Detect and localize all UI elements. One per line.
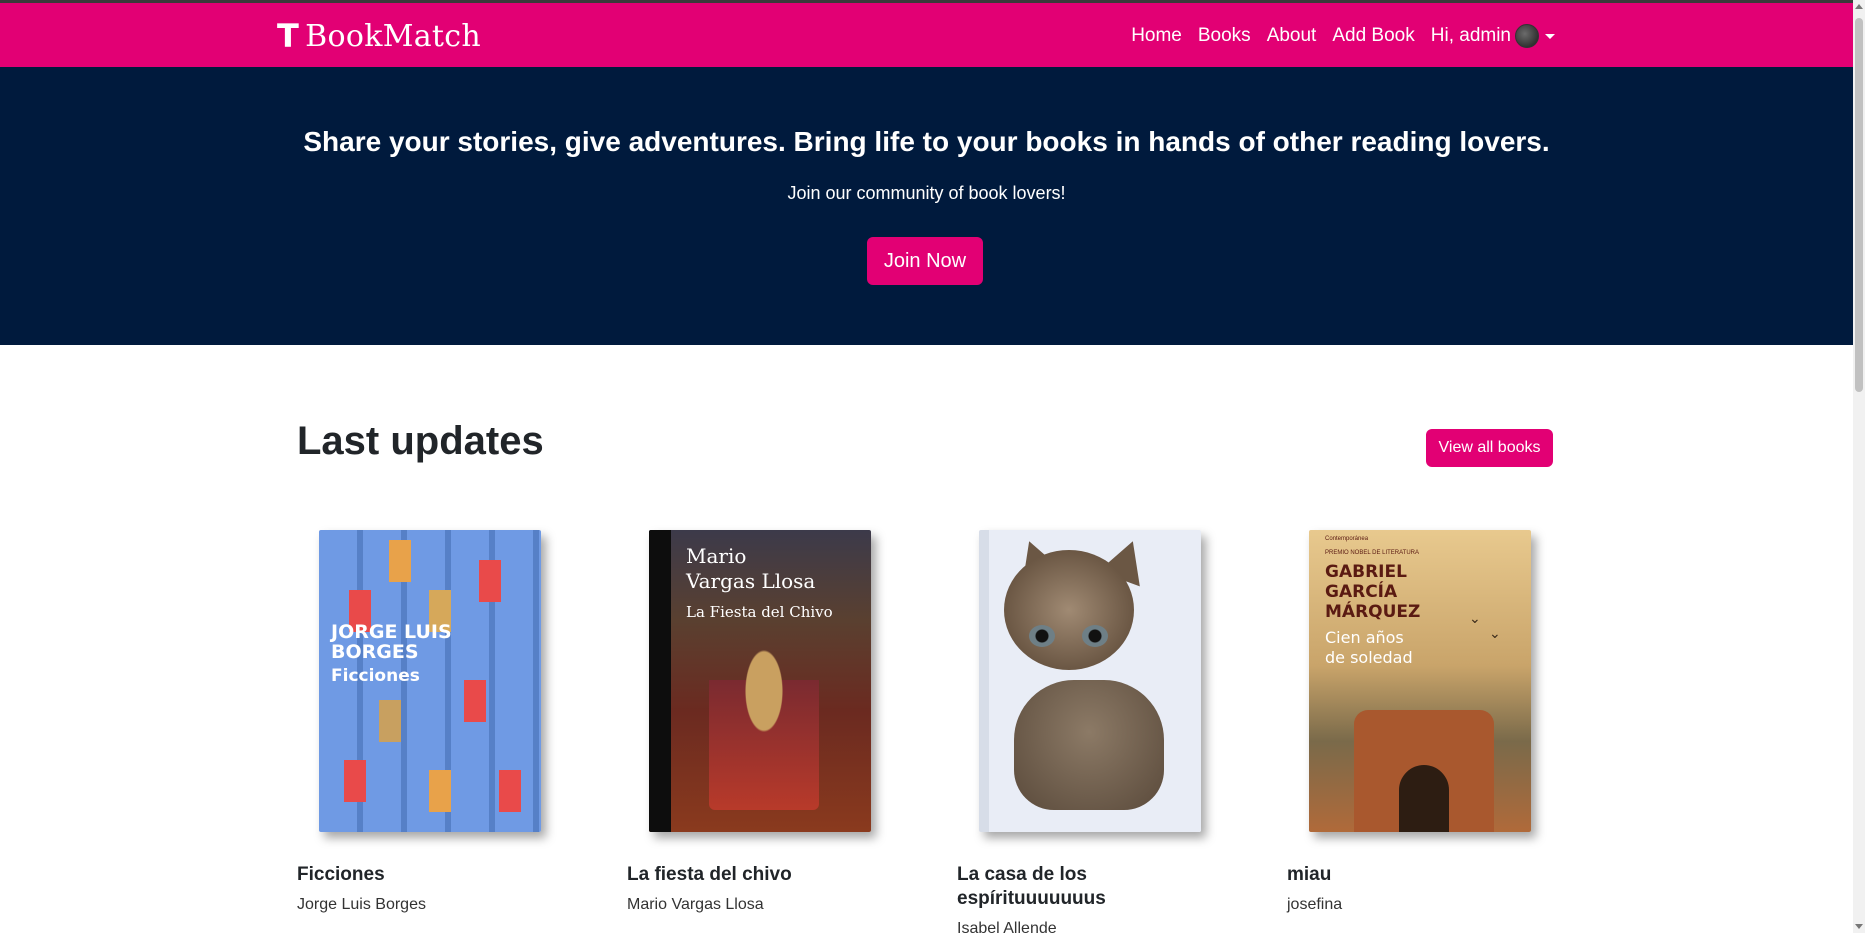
hero-subtitle: Join our community of book lovers! — [787, 183, 1066, 203]
cover-pattern — [389, 540, 411, 582]
scroll-up-icon[interactable] — [1855, 4, 1863, 9]
bird-icon: ⌄ — [1469, 610, 1481, 626]
book-cover-image[interactable]: Mario Vargas Llosa La Fiesta del Chivo — [649, 530, 871, 832]
cover-text: JORGE LUIS BORGES Ficciones — [331, 621, 452, 686]
nav-add-book[interactable]: Add Book — [1324, 25, 1422, 47]
view-all-books-button[interactable]: View all books — [1426, 429, 1553, 467]
book-title[interactable]: Ficciones — [297, 863, 527, 887]
kitten-icon — [1014, 680, 1164, 810]
scroll-thumb[interactable] — [1855, 18, 1863, 392]
brand-link[interactable]: T BookMatch — [277, 17, 481, 55]
nav-links: Home Books About Add Book Hi, admin — [1123, 23, 1563, 49]
kitten-eye — [1082, 625, 1108, 647]
user-greeting: Hi, admin — [1430, 25, 1511, 46]
page: T BookMatch Home Books About Add Book Hi… — [0, 0, 1865, 933]
book-author: Mario Vargas Llosa — [627, 896, 764, 913]
navbar: T BookMatch Home Books About Add Book Hi… — [0, 3, 1853, 67]
bird-icon: ⌄ — [1489, 625, 1501, 641]
nav-about[interactable]: About — [1259, 25, 1325, 47]
book-title[interactable]: La casa de los espírituuuuuuus — [957, 863, 1187, 911]
cover-spine — [649, 530, 671, 832]
brand-name: BookMatch — [305, 18, 481, 54]
book-author: josefina — [1287, 896, 1343, 913]
book-title[interactable]: La fiesta del chivo — [627, 863, 857, 887]
brand-logo-icon: T — [277, 17, 300, 55]
chevron-down-icon — [1545, 33, 1555, 39]
gate-illustration — [1354, 710, 1494, 832]
cover-pattern — [429, 770, 451, 812]
join-now-button[interactable]: Join Now — [867, 237, 983, 285]
scroll-down-icon[interactable] — [1855, 924, 1863, 929]
book-title[interactable]: miau — [1287, 863, 1517, 887]
vertical-scrollbar[interactable] — [1853, 0, 1865, 933]
cover-pattern — [344, 760, 366, 802]
kitten-eye — [1029, 625, 1055, 647]
nav-home[interactable]: Home — [1123, 25, 1190, 47]
cover-pattern — [379, 700, 401, 742]
user-avatar-icon — [1515, 24, 1539, 48]
gate-arch — [1399, 765, 1449, 832]
book-cover-image[interactable] — [979, 530, 1201, 832]
cover-pattern — [499, 770, 521, 812]
hero-title: Share your stories, give adventures. Bri… — [303, 126, 1550, 157]
book-author: Jorge Luis Borges — [297, 896, 426, 913]
cover-figure — [709, 640, 819, 810]
cover-text: GABRIEL GARCÍA MÁRQUEZ Cien años de sole… — [1325, 562, 1421, 667]
cover-award: PREMIO NOBEL DE LITERATURA — [1325, 550, 1420, 556]
book-author: Isabel Allende — [957, 920, 1057, 933]
section-title: Last updates — [297, 419, 544, 463]
cover-publisher: Contemporánea — [1325, 536, 1369, 542]
book-cover-image[interactable]: JORGE LUIS BORGES Ficciones — [319, 530, 541, 832]
book-cover-image[interactable]: Contemporánea PREMIO NOBEL DE LITERATURA… — [1309, 530, 1531, 832]
nav-books[interactable]: Books — [1190, 25, 1259, 47]
cover-text: Mario Vargas Llosa La Fiesta del Chivo — [686, 544, 833, 621]
cover-pattern — [479, 560, 501, 602]
user-menu-toggle[interactable]: Hi, admin — [1423, 24, 1563, 48]
hero-banner: Share your stories, give adventures. Bri… — [0, 67, 1853, 345]
cover-pattern — [464, 680, 486, 722]
kitten-head — [1004, 550, 1134, 670]
